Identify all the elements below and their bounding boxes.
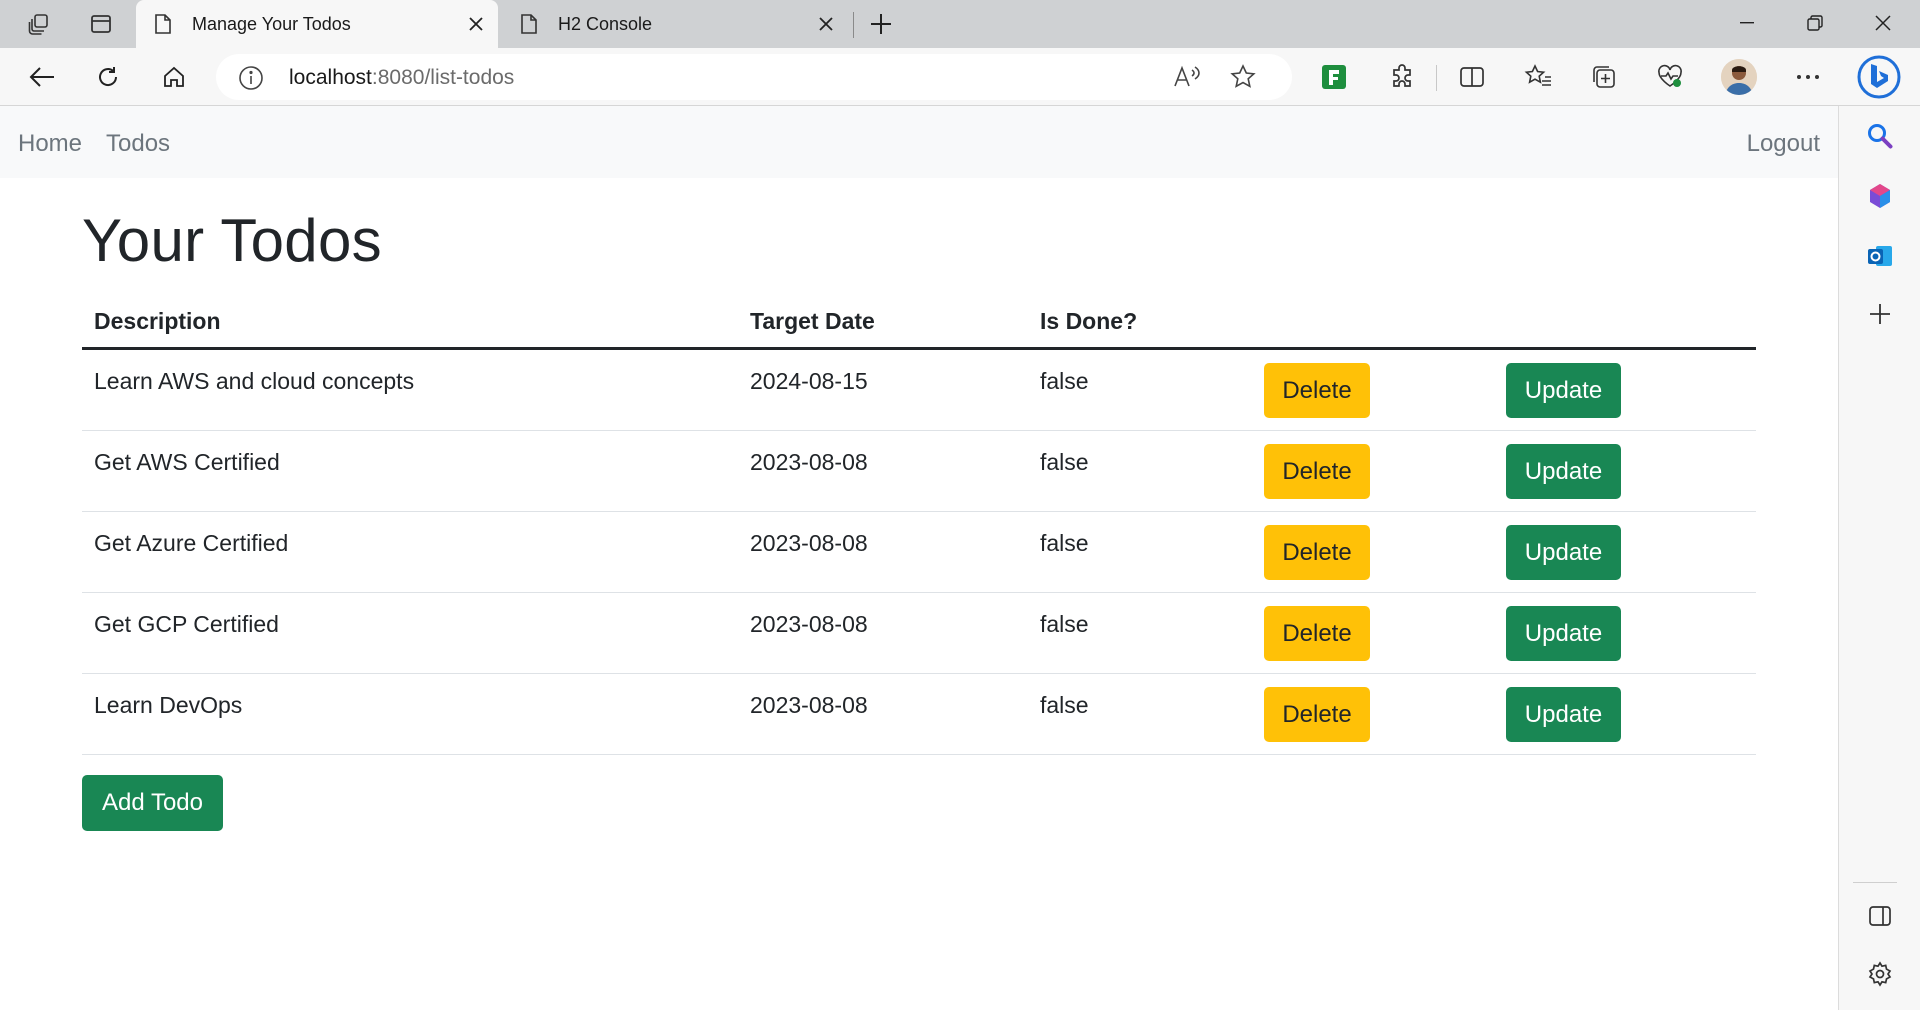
cell-is-done: false bbox=[1040, 611, 1089, 637]
more-icon[interactable] bbox=[1788, 59, 1828, 95]
cell-is-done: false bbox=[1040, 368, 1089, 394]
table-row: Learn DevOps 2023-08-08 false Delete Upd… bbox=[82, 674, 1756, 755]
update-button[interactable]: Update bbox=[1506, 363, 1621, 418]
cell-description: Get GCP Certified bbox=[94, 611, 279, 637]
home-icon[interactable] bbox=[154, 59, 194, 95]
cell-target-date: 2023-08-08 bbox=[750, 530, 868, 556]
cell-description: Get Azure Certified bbox=[94, 530, 289, 556]
update-button[interactable]: Update bbox=[1506, 606, 1621, 661]
address-bar[interactable]: localhost:8080/list-todos bbox=[216, 54, 1292, 100]
sidebar-toggle-icon[interactable] bbox=[1860, 896, 1900, 936]
tab-manage-todos[interactable]: Manage Your Todos bbox=[136, 0, 498, 48]
collections-icon[interactable] bbox=[1584, 59, 1624, 95]
tab-title: H2 Console bbox=[558, 14, 653, 34]
tab-title: Manage Your Todos bbox=[192, 14, 351, 34]
url-host: localhost bbox=[289, 66, 372, 89]
delete-button[interactable]: Delete bbox=[1264, 363, 1370, 418]
nav-logout-link[interactable]: Logout bbox=[1747, 130, 1820, 158]
edge-sidebar bbox=[1838, 106, 1920, 1010]
update-button[interactable]: Update bbox=[1506, 687, 1621, 742]
nav-todos-link[interactable]: Todos bbox=[106, 130, 170, 158]
todos-table: Description Target Date Is Done? Learn A… bbox=[82, 292, 1756, 755]
window-close-icon[interactable] bbox=[1850, 0, 1916, 46]
office-icon[interactable] bbox=[1860, 176, 1900, 216]
minimize-icon[interactable] bbox=[1714, 0, 1780, 46]
tab-divider bbox=[853, 12, 854, 38]
cell-target-date: 2024-08-15 bbox=[750, 368, 868, 394]
cell-description: Learn AWS and cloud concepts bbox=[94, 368, 415, 394]
tab-h2-console[interactable]: H2 Console bbox=[502, 0, 848, 48]
table-row: Get AWS Certified 2023-08-08 false Delet… bbox=[82, 431, 1756, 512]
tab-strip: Manage Your Todos H2 Console bbox=[0, 0, 1920, 48]
vertical-tabs-icon[interactable] bbox=[84, 8, 118, 40]
new-tab-icon[interactable] bbox=[864, 8, 898, 40]
workspaces-icon[interactable] bbox=[22, 8, 56, 40]
page-title: Your Todos bbox=[82, 207, 382, 274]
table-row: Learn AWS and cloud concepts 2024-08-15 … bbox=[82, 350, 1756, 431]
split-screen-icon[interactable] bbox=[1452, 59, 1492, 95]
close-icon[interactable] bbox=[464, 12, 488, 36]
star-icon[interactable] bbox=[1230, 64, 1256, 90]
page-icon bbox=[520, 13, 538, 35]
update-button[interactable]: Update bbox=[1506, 525, 1621, 580]
nav-home-link[interactable]: Home bbox=[18, 130, 82, 158]
table-header: Description Target Date Is Done? bbox=[82, 292, 1756, 350]
puzzle-icon[interactable] bbox=[1382, 59, 1422, 95]
url-text[interactable]: localhost:8080/list-todos bbox=[289, 66, 514, 90]
heartbeat-icon[interactable] bbox=[1650, 59, 1690, 95]
back-arrow-icon[interactable] bbox=[22, 59, 62, 95]
delete-button[interactable]: Delete bbox=[1264, 444, 1370, 499]
favorites-icon[interactable] bbox=[1518, 59, 1558, 95]
read-aloud-icon[interactable] bbox=[1172, 64, 1200, 90]
cell-is-done: false bbox=[1040, 692, 1089, 718]
cell-is-done: false bbox=[1040, 530, 1089, 556]
search-icon[interactable] bbox=[1860, 116, 1900, 156]
add-icon[interactable] bbox=[1860, 294, 1900, 334]
navbar: Home Todos Logout bbox=[0, 106, 1838, 178]
restore-icon[interactable] bbox=[1782, 0, 1848, 46]
table-row: Get Azure Certified 2023-08-08 false Del… bbox=[82, 512, 1756, 593]
extension-icon[interactable] bbox=[1314, 59, 1354, 95]
cell-target-date: 2023-08-08 bbox=[750, 611, 868, 637]
avatar[interactable] bbox=[1721, 59, 1757, 95]
cell-target-date: 2023-08-08 bbox=[750, 449, 868, 475]
settings-icon[interactable] bbox=[1860, 954, 1900, 994]
refresh-icon[interactable] bbox=[88, 59, 128, 95]
add-todo-button[interactable]: Add Todo bbox=[82, 775, 223, 831]
cell-target-date: 2023-08-08 bbox=[750, 692, 868, 718]
page-content: Home Todos Logout Your Todos Description… bbox=[0, 106, 1838, 1010]
cell-description: Get AWS Certified bbox=[94, 449, 280, 475]
info-icon[interactable] bbox=[238, 65, 264, 91]
toolbar-divider bbox=[1436, 65, 1437, 91]
url-path: :8080/list-todos bbox=[371, 66, 515, 89]
bing-icon[interactable] bbox=[1854, 52, 1904, 102]
delete-button[interactable]: Delete bbox=[1264, 687, 1370, 742]
update-button[interactable]: Update bbox=[1506, 444, 1621, 499]
header-target-date: Target Date bbox=[750, 308, 875, 334]
table-row: Get GCP Certified 2023-08-08 false Delet… bbox=[82, 593, 1756, 674]
delete-button[interactable]: Delete bbox=[1264, 606, 1370, 661]
sidebar-divider bbox=[1853, 882, 1897, 883]
header-is-done: Is Done? bbox=[1040, 308, 1138, 334]
outlook-icon[interactable] bbox=[1860, 236, 1900, 276]
browser-toolbar: localhost:8080/list-todos bbox=[0, 48, 1920, 106]
cell-description: Learn DevOps bbox=[94, 692, 243, 718]
header-description: Description bbox=[94, 308, 221, 334]
delete-button[interactable]: Delete bbox=[1264, 525, 1370, 580]
page-icon bbox=[154, 13, 172, 35]
cell-is-done: false bbox=[1040, 449, 1089, 475]
close-icon[interactable] bbox=[814, 12, 838, 36]
